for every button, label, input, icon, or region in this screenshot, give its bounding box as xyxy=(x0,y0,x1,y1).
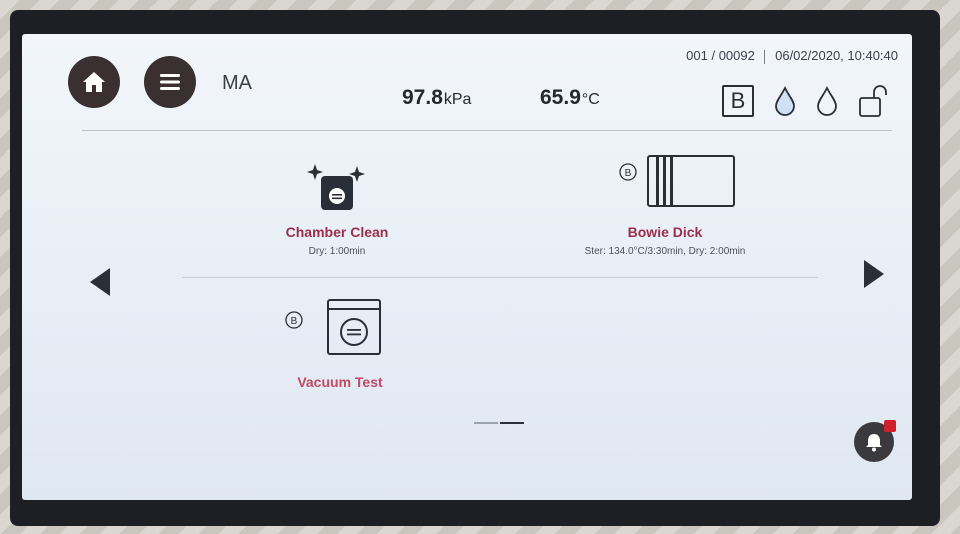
program-detail: Dry: 1:00min xyxy=(308,246,366,257)
pressure-value: 97.8 xyxy=(402,86,443,109)
svg-text:B: B xyxy=(291,316,298,327)
b-class-circle-icon: B xyxy=(285,311,303,329)
unlock-icon xyxy=(859,85,887,117)
alarm-notification-dot xyxy=(884,420,896,432)
cycle-counter: 001 / 00092 xyxy=(686,48,755,63)
temperature-unit: °C xyxy=(581,91,600,108)
menu-button[interactable] xyxy=(144,56,196,108)
svg-text:B: B xyxy=(625,168,632,179)
user-label: MA xyxy=(222,72,252,94)
bell-icon xyxy=(866,434,882,452)
pressure-reading: 97.8kPa xyxy=(402,86,471,110)
header-divider xyxy=(82,130,892,131)
datetime: 06/02/2020, 10:40:40 xyxy=(775,48,898,63)
vacuum-chamber-icon xyxy=(327,299,381,355)
page-dot-active xyxy=(500,422,524,424)
bowie-dick-pack-icon xyxy=(647,155,735,207)
next-page-arrow[interactable] xyxy=(864,260,884,288)
previous-page-arrow[interactable] xyxy=(90,268,110,296)
home-icon xyxy=(83,72,105,92)
program-name: Vacuum Test xyxy=(297,374,383,390)
program-name: Bowie Dick xyxy=(627,224,703,240)
temperature-reading: 65.9°C xyxy=(540,86,600,110)
b-class-circle-icon: B xyxy=(619,163,637,181)
pressure-unit: kPa xyxy=(443,91,472,108)
water-drop-icon xyxy=(775,86,795,116)
page-indicator xyxy=(474,422,524,424)
page-dot xyxy=(474,422,498,424)
program-detail: Ster: 134.0°C/3:30min, Dry: 2:00min xyxy=(584,246,746,257)
chamber-clean-icon xyxy=(307,164,365,210)
water-drop-outline-icon xyxy=(817,86,837,116)
program-chamber-clean[interactable]: Chamber Clean Dry: 1:00min xyxy=(252,160,422,257)
menu-icon xyxy=(160,74,180,90)
cycle-meta: 001 / 00092 06/02/2020, 10:40:40 xyxy=(686,48,898,64)
program-name: Chamber Clean xyxy=(285,224,389,240)
temperature-value: 65.9 xyxy=(540,86,581,109)
home-button[interactable] xyxy=(68,56,120,108)
status-icons: B xyxy=(722,84,890,118)
touch-screen: MA 001 / 00092 06/02/2020, 10:40:40 97.8… xyxy=(22,34,912,500)
program-row-divider xyxy=(182,277,818,278)
alarm-button[interactable] xyxy=(854,420,896,462)
b-class-badge: B xyxy=(722,85,754,117)
program-bowie-dick[interactable]: B Bowie Dick Ster: 134.0°C/3:30min, Dry:… xyxy=(540,152,790,257)
meta-separator xyxy=(764,49,766,64)
program-vacuum-test[interactable]: B Vacuum Test xyxy=(260,298,420,390)
